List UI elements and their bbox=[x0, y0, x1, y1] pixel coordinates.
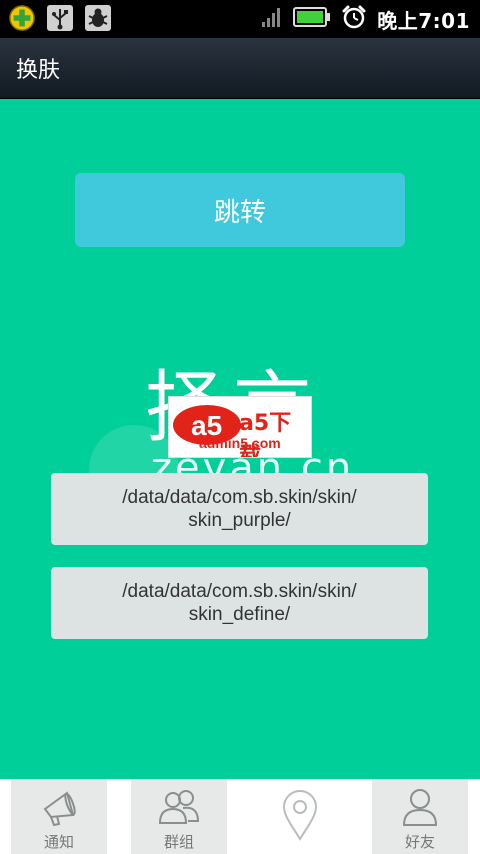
status-time: 晚上7:01 bbox=[377, 8, 470, 33]
skin-define-path-line2: skin_define/ bbox=[188, 604, 291, 625]
skin-define-path-line1: /data/data/com.sb.skin/skin/ bbox=[122, 581, 357, 602]
tab-friends-label: 好友 bbox=[404, 833, 435, 851]
skin-purple-path-line1: /data/data/com.sb.skin/skin/ bbox=[122, 487, 357, 508]
action-bar: 换肤 bbox=[0, 38, 480, 99]
app-screen: 晚上7:01 换肤 跳转 择言 zeyan.cn a5 a5下载 admin5.… bbox=[0, 0, 480, 854]
notification-icons bbox=[8, 4, 112, 32]
bottom-tab-bar: 通知 群组 好友 bbox=[0, 779, 480, 854]
battery-icon bbox=[293, 6, 331, 32]
skin-purple-button[interactable]: /data/data/com.sb.skin/skin/ skin_purple… bbox=[51, 473, 428, 545]
page-title: 换肤 bbox=[16, 58, 61, 83]
tab-group-label: 群组 bbox=[163, 833, 194, 851]
a5-download-logo: a5 a5下载 admin5.com bbox=[168, 396, 312, 458]
group-icon bbox=[158, 790, 200, 824]
jump-button-label: 跳转 bbox=[213, 197, 266, 228]
add-app-icon bbox=[8, 4, 36, 32]
signal-icon bbox=[261, 6, 283, 32]
system-indicators: 晚上7:01 bbox=[261, 4, 470, 34]
skin-define-button[interactable]: /data/data/com.sb.skin/skin/ skin_define… bbox=[51, 567, 428, 639]
location-pin-icon bbox=[282, 790, 318, 841]
jump-button[interactable]: 跳转 bbox=[75, 173, 405, 247]
tab-group[interactable]: 群组 bbox=[131, 779, 227, 854]
tab-location[interactable] bbox=[252, 779, 348, 854]
person-icon bbox=[402, 789, 438, 826]
a5-logo-domain: admin5.com bbox=[199, 435, 281, 451]
tab-notice-label: 通知 bbox=[43, 833, 74, 851]
usb-icon bbox=[46, 4, 74, 32]
skin-purple-path-line2: skin_purple/ bbox=[188, 510, 291, 531]
debug-bug-icon bbox=[84, 4, 112, 32]
tab-notice[interactable]: 通知 bbox=[11, 779, 107, 854]
tab-friends[interactable]: 好友 bbox=[372, 779, 468, 854]
status-bar: 晚上7:01 bbox=[0, 0, 480, 38]
alarm-clock-icon bbox=[341, 4, 367, 34]
megaphone-icon bbox=[43, 791, 76, 827]
